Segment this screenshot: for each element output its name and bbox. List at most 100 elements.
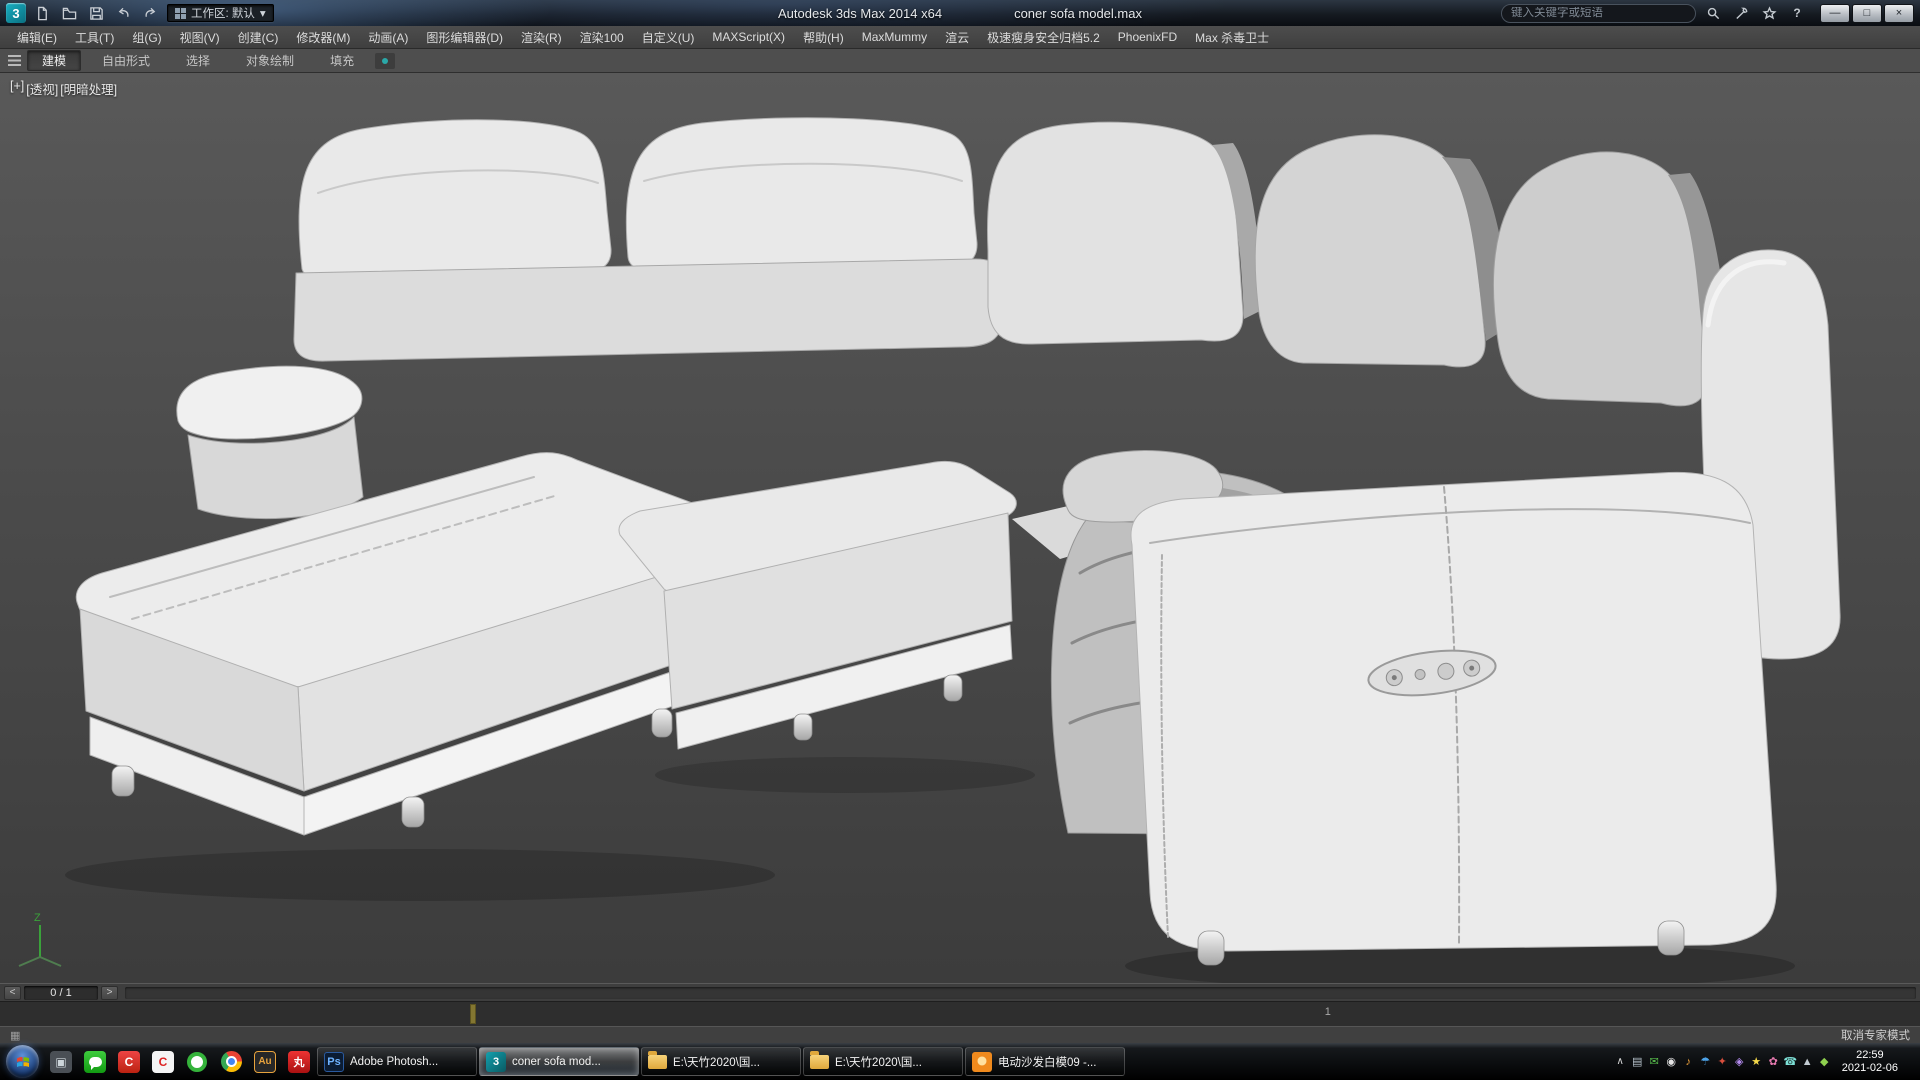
document-title: coner sofa model.max xyxy=(1014,6,1142,21)
menu-item-edit[interactable]: 编辑(E) xyxy=(8,26,66,48)
time-slider-row: < 0 / 1 > xyxy=(0,983,1920,1001)
ribbon-tab-freeform[interactable]: 自由形式 xyxy=(87,50,165,71)
save-file-icon[interactable] xyxy=(86,4,107,23)
cancel-expert-mode-button[interactable]: 取消专家模式 xyxy=(1841,1027,1910,1043)
menu-item-maxscript[interactable]: MAXScript(X) xyxy=(703,26,794,48)
perspective-viewport[interactable]: [+] [透视] [明暗处理] xyxy=(0,73,1920,983)
time-slider-frame-display[interactable]: 0 / 1 xyxy=(24,986,98,1000)
tray-icon[interactable]: ▲ xyxy=(1799,1050,1816,1074)
maximize-button[interactable]: □ xyxy=(1852,4,1882,23)
menubar: 编辑(E) 工具(T) 组(G) 视图(V) 创建(C) 修改器(M) 动画(A… xyxy=(0,26,1920,49)
tray-icon[interactable]: ★ xyxy=(1748,1050,1765,1074)
ribbon-tab-row: 建模 自由形式 选择 对象绘制 填充 xyxy=(0,49,1920,73)
viewport-menu-view[interactable]: [透视] xyxy=(26,79,58,98)
folder-icon xyxy=(648,1055,667,1069)
menu-item-help[interactable]: 帮助(H) xyxy=(794,26,853,48)
tray-icon[interactable]: ☎ xyxy=(1782,1050,1799,1074)
menu-item-rendering[interactable]: 渲染(R) xyxy=(512,26,571,48)
red-c-app-icon[interactable]: C xyxy=(113,1047,145,1077)
menu-item-create[interactable]: 创建(C) xyxy=(229,26,288,48)
menu-item-graph-editors[interactable]: 图形编辑器(D) xyxy=(417,26,512,48)
taskbar-window-3dsmax[interactable]: 3 coner sofa mod... xyxy=(479,1047,639,1076)
taskbar-clock[interactable]: 22:59 2021-02-06 xyxy=(1833,1049,1907,1075)
clock-date: 2021-02-06 xyxy=(1842,1062,1898,1075)
start-button[interactable] xyxy=(6,1045,39,1078)
taskbar-window-folder-1[interactable]: E:\天竹2020\国... xyxy=(641,1047,801,1076)
taskbar-window-photoshop[interactable]: Ps Adobe Photosh... xyxy=(317,1047,477,1076)
viewport-label: [+] [透视] [明暗处理] xyxy=(10,79,117,98)
time-slider-track[interactable] xyxy=(125,987,1916,999)
close-button[interactable]: × xyxy=(1884,4,1914,23)
menu-item-render100[interactable]: 渲染100 xyxy=(571,26,633,48)
menu-item-views[interactable]: 视图(V) xyxy=(171,26,229,48)
menu-item-tools[interactable]: 工具(T) xyxy=(66,26,123,48)
3ds-max-logo-icon[interactable]: 3 xyxy=(6,3,26,23)
chevron-down-icon: ▾ xyxy=(260,6,266,20)
search-icon[interactable] xyxy=(1702,4,1724,23)
minimize-button[interactable]: — xyxy=(1820,4,1850,23)
menu-item-antivirus[interactable]: Max 杀毒卫士 xyxy=(1186,26,1278,48)
new-scene-icon[interactable] xyxy=(32,4,53,23)
menu-item-maxmummy[interactable]: MaxMummy xyxy=(853,26,936,48)
tray-icon[interactable]: ▤ xyxy=(1629,1050,1646,1074)
tray-icons: ▤ ✉ ◉ ♪ ☂ ✦ ◈ ★ ✿ ☎ ▲ ◆ xyxy=(1629,1050,1833,1074)
menu-item-customize[interactable]: 自定义(U) xyxy=(633,26,704,48)
status-bar: ▦ 取消专家模式 xyxy=(0,1026,1920,1043)
tray-icon[interactable]: ◆ xyxy=(1816,1050,1833,1074)
ribbon-tab-selection[interactable]: 选择 xyxy=(171,50,225,71)
viewport-menu-plus[interactable]: [+] xyxy=(10,79,24,98)
next-frame-button[interactable]: > xyxy=(101,986,118,1000)
menu-item-animation[interactable]: 动画(A) xyxy=(359,26,417,48)
windows-flag-icon xyxy=(14,1053,32,1071)
undo-icon[interactable] xyxy=(113,4,134,23)
track-bar-key-marker[interactable] xyxy=(470,1004,476,1024)
help-icon[interactable]: ? xyxy=(1786,4,1808,23)
menu-item-renderbus[interactable]: 渲云 xyxy=(936,26,978,48)
workspace-selector[interactable]: 工作区: 默认 ▾ xyxy=(167,4,274,22)
tray-icon[interactable]: ✦ xyxy=(1714,1050,1731,1074)
menu-item-archive-plugin[interactable]: 极速瘦身安全归档5.2 xyxy=(978,26,1109,48)
ribbon-menu-icon[interactable] xyxy=(8,55,21,66)
tray-icon[interactable]: ♪ xyxy=(1680,1050,1697,1074)
white-c-app-icon[interactable]: C xyxy=(147,1047,179,1077)
menu-item-phoenixfd[interactable]: PhoenixFD xyxy=(1109,26,1186,48)
3ds-max-icon: 3 xyxy=(486,1052,506,1072)
open-file-icon[interactable] xyxy=(59,4,80,23)
audition-icon[interactable]: Au xyxy=(249,1047,281,1077)
grid-snap-icon[interactable]: ▦ xyxy=(10,1029,20,1042)
search-input[interactable] xyxy=(1511,7,1686,19)
window-controls: — □ × xyxy=(1820,4,1914,23)
taskbar-window-sofa-doc[interactable]: 电动沙发白模09 -... xyxy=(965,1047,1125,1076)
ribbon-overflow-icon[interactable] xyxy=(375,53,395,69)
ribbon-tab-object-paint[interactable]: 对象绘制 xyxy=(231,50,309,71)
ribbon-tab-populate[interactable]: 填充 xyxy=(315,50,369,71)
frame-tick-label: 1 xyxy=(1325,1006,1331,1018)
wan-app-icon[interactable]: 丸 xyxy=(283,1047,315,1077)
folder-icon xyxy=(810,1055,829,1069)
viewport-menu-shading[interactable]: [明暗处理] xyxy=(60,79,117,98)
media-app-icon xyxy=(972,1052,992,1072)
sofa-model[interactable] xyxy=(65,118,1840,983)
tray-icon[interactable]: ✉ xyxy=(1646,1050,1663,1074)
redo-icon[interactable] xyxy=(140,4,161,23)
tray-overflow-button[interactable]: ∧ xyxy=(1612,1050,1629,1074)
tray-icon[interactable]: ◈ xyxy=(1731,1050,1748,1074)
tray-icon[interactable]: ✿ xyxy=(1765,1050,1782,1074)
green-browser-icon[interactable] xyxy=(181,1047,213,1077)
tray-icon[interactable]: ◉ xyxy=(1663,1050,1680,1074)
track-bar[interactable]: 1 xyxy=(0,1001,1920,1026)
axis-z-label: Z xyxy=(34,912,41,924)
previous-frame-button[interactable]: < xyxy=(4,986,21,1000)
photoshop-icon: Ps xyxy=(324,1052,344,1072)
taskbar-window-folder-2[interactable]: E:\天竹2020\国... xyxy=(803,1047,963,1076)
menu-item-modifiers[interactable]: 修改器(M) xyxy=(287,26,359,48)
wechat-icon[interactable] xyxy=(79,1047,111,1077)
menu-item-group[interactable]: 组(G) xyxy=(123,26,170,48)
viewport-canvas[interactable] xyxy=(0,73,1920,983)
wrench-icon[interactable] xyxy=(1730,4,1752,23)
chrome-icon[interactable] xyxy=(215,1047,247,1077)
tray-icon[interactable]: ☂ xyxy=(1697,1050,1714,1074)
ribbon-tab-modeling[interactable]: 建模 xyxy=(27,50,81,71)
star-icon[interactable] xyxy=(1758,4,1780,23)
pinned-app-icon[interactable]: ▣ xyxy=(45,1047,77,1077)
